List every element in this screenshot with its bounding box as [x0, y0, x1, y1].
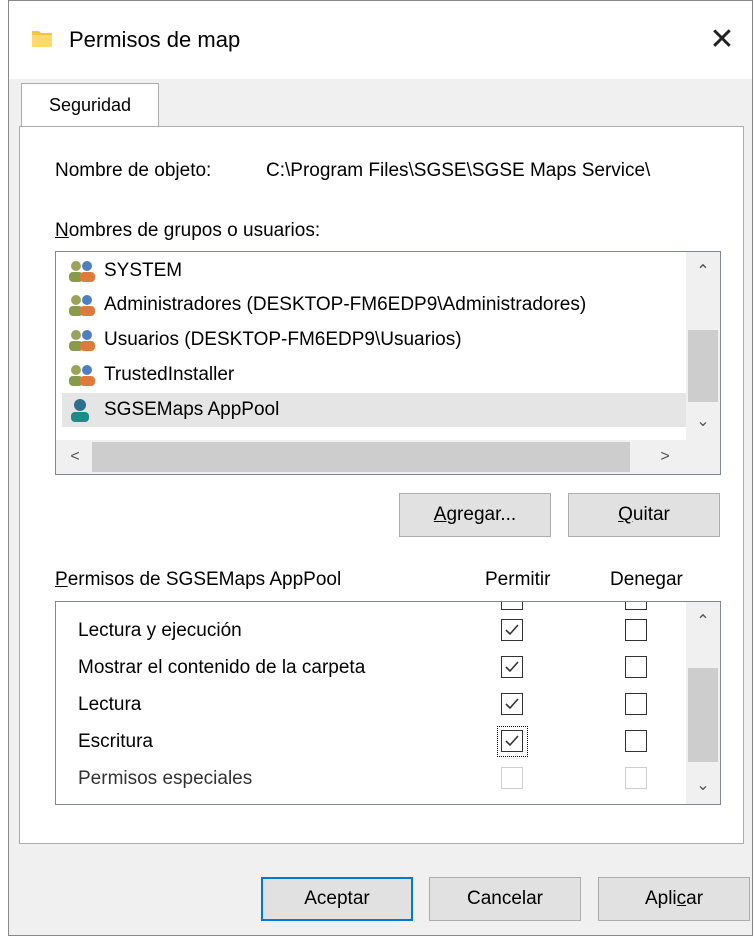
list-item-label: TrustedInstaller — [104, 364, 235, 385]
tab-strip: Seguridad — [19, 83, 742, 127]
list-item-label: SYSTEM — [104, 260, 183, 281]
close-icon: ✕ — [709, 22, 735, 56]
permission-row: Lectura — [56, 688, 686, 724]
allow-checkbox[interactable] — [501, 656, 523, 678]
ok-button[interactable]: Aceptar — [261, 877, 413, 921]
add-button[interactable]: Agregar... — [399, 493, 551, 537]
object-name-value: C:\Program Files\SGSE\SGSE Maps Service\ — [266, 160, 651, 181]
permissions-vertical-scrollbar[interactable]: ⌃ ⌄ — [686, 602, 720, 804]
permission-row: Escritura — [56, 725, 686, 761]
groups-list[interactable]: SYSTEM Administradores (DESKTOP-FM6EDP9\… — [55, 251, 721, 475]
permission-name: Mostrar el contenido de la carpeta — [78, 657, 366, 678]
tab-seguridad[interactable]: Seguridad — [21, 83, 159, 127]
list-item-usuarios[interactable]: Usuarios (DESKTOP-FM6EDP9\Usuarios) — [66, 323, 462, 357]
allow-checkbox[interactable] — [501, 693, 523, 715]
permissions-dialog: Permisos de map ✕ Seguridad Nombre de ob… — [8, 0, 753, 936]
list-item-system[interactable]: SYSTEM — [66, 254, 182, 288]
deny-checkbox[interactable] — [625, 602, 647, 610]
remove-button[interactable]: Quitar — [568, 493, 720, 537]
permissions-list[interactable]: Lectura y ejecución Mostrar el contenido… — [55, 601, 721, 805]
list-item-administradores[interactable]: Administradores (DESKTOP-FM6EDP9\Adminis… — [66, 288, 586, 322]
window-title: Permisos de map — [69, 27, 241, 52]
list-item-trustedinstaller[interactable]: TrustedInstaller — [66, 358, 234, 392]
allow-checkbox[interactable] — [501, 730, 523, 752]
permission-row: Lectura y ejecución — [56, 614, 686, 650]
groups-label: Nombres de grupos o usuarios: — [55, 220, 321, 241]
permission-row: Mostrar el contenido de la carpeta — [56, 651, 686, 687]
deny-checkbox[interactable] — [625, 730, 647, 752]
allow-checkbox[interactable] — [501, 602, 523, 610]
users-group-icon — [69, 261, 95, 282]
security-tab-panel: Nombre de objeto: C:\Program Files\SGSE\… — [19, 126, 744, 844]
users-group-icon — [69, 330, 95, 351]
allow-column-header: Permitir — [485, 569, 551, 590]
check-icon — [505, 698, 519, 710]
title-bar: Permisos de map ✕ — [9, 1, 752, 79]
scroll-thumb[interactable] — [92, 442, 630, 472]
allow-checkbox — [501, 767, 523, 789]
groups-vertical-scrollbar[interactable]: ⌃ ⌄ — [686, 252, 720, 440]
scroll-thumb[interactable] — [688, 330, 718, 402]
scroll-down-icon[interactable]: ⌄ — [686, 404, 720, 438]
single-user-icon — [71, 399, 89, 422]
permission-name: Lectura y ejecución — [78, 620, 242, 641]
deny-checkbox — [625, 767, 647, 789]
deny-column-header: Denegar — [610, 569, 683, 590]
permission-name: Lectura — [78, 694, 142, 715]
list-item-label: Usuarios (DESKTOP-FM6EDP9\Usuarios) — [104, 329, 462, 350]
cancel-button[interactable]: Cancelar — [429, 877, 581, 921]
scroll-up-icon[interactable]: ⌃ — [686, 254, 720, 288]
list-item-label: SGSEMaps AppPool — [104, 399, 280, 420]
permission-name: Escritura — [78, 731, 153, 752]
users-group-icon — [69, 295, 95, 316]
deny-checkbox[interactable] — [625, 619, 647, 641]
scroll-down-icon[interactable]: ⌄ — [686, 768, 720, 802]
check-icon — [505, 735, 519, 747]
apply-button[interactable]: Apli c ar — [598, 877, 750, 921]
check-icon — [505, 624, 519, 636]
groups-horizontal-scrollbar[interactable]: < > — [56, 440, 720, 474]
allow-checkbox[interactable] — [501, 619, 523, 641]
deny-checkbox[interactable] — [625, 656, 647, 678]
list-item-label: Administradores (DESKTOP-FM6EDP9\Adminis… — [104, 294, 587, 315]
scroll-right-icon[interactable]: > — [648, 440, 682, 474]
list-item-sgsemaps-apppool[interactable]: SGSEMaps AppPool — [62, 393, 686, 427]
permission-row: Permisos especiales — [56, 762, 686, 798]
scroll-thumb[interactable] — [688, 668, 718, 762]
deny-checkbox[interactable] — [625, 693, 647, 715]
permissions-label: Permisos de SGSEMaps AppPool — [55, 569, 342, 590]
permission-name: Permisos especiales — [78, 768, 253, 789]
scroll-up-icon[interactable]: ⌃ — [686, 604, 720, 638]
scroll-left-icon[interactable]: < — [58, 440, 92, 474]
check-icon — [505, 661, 519, 673]
close-button[interactable]: ✕ — [692, 11, 752, 67]
object-name-label: Nombre de objeto: — [55, 160, 212, 181]
users-group-icon — [69, 365, 95, 386]
folder-icon — [32, 31, 52, 47]
